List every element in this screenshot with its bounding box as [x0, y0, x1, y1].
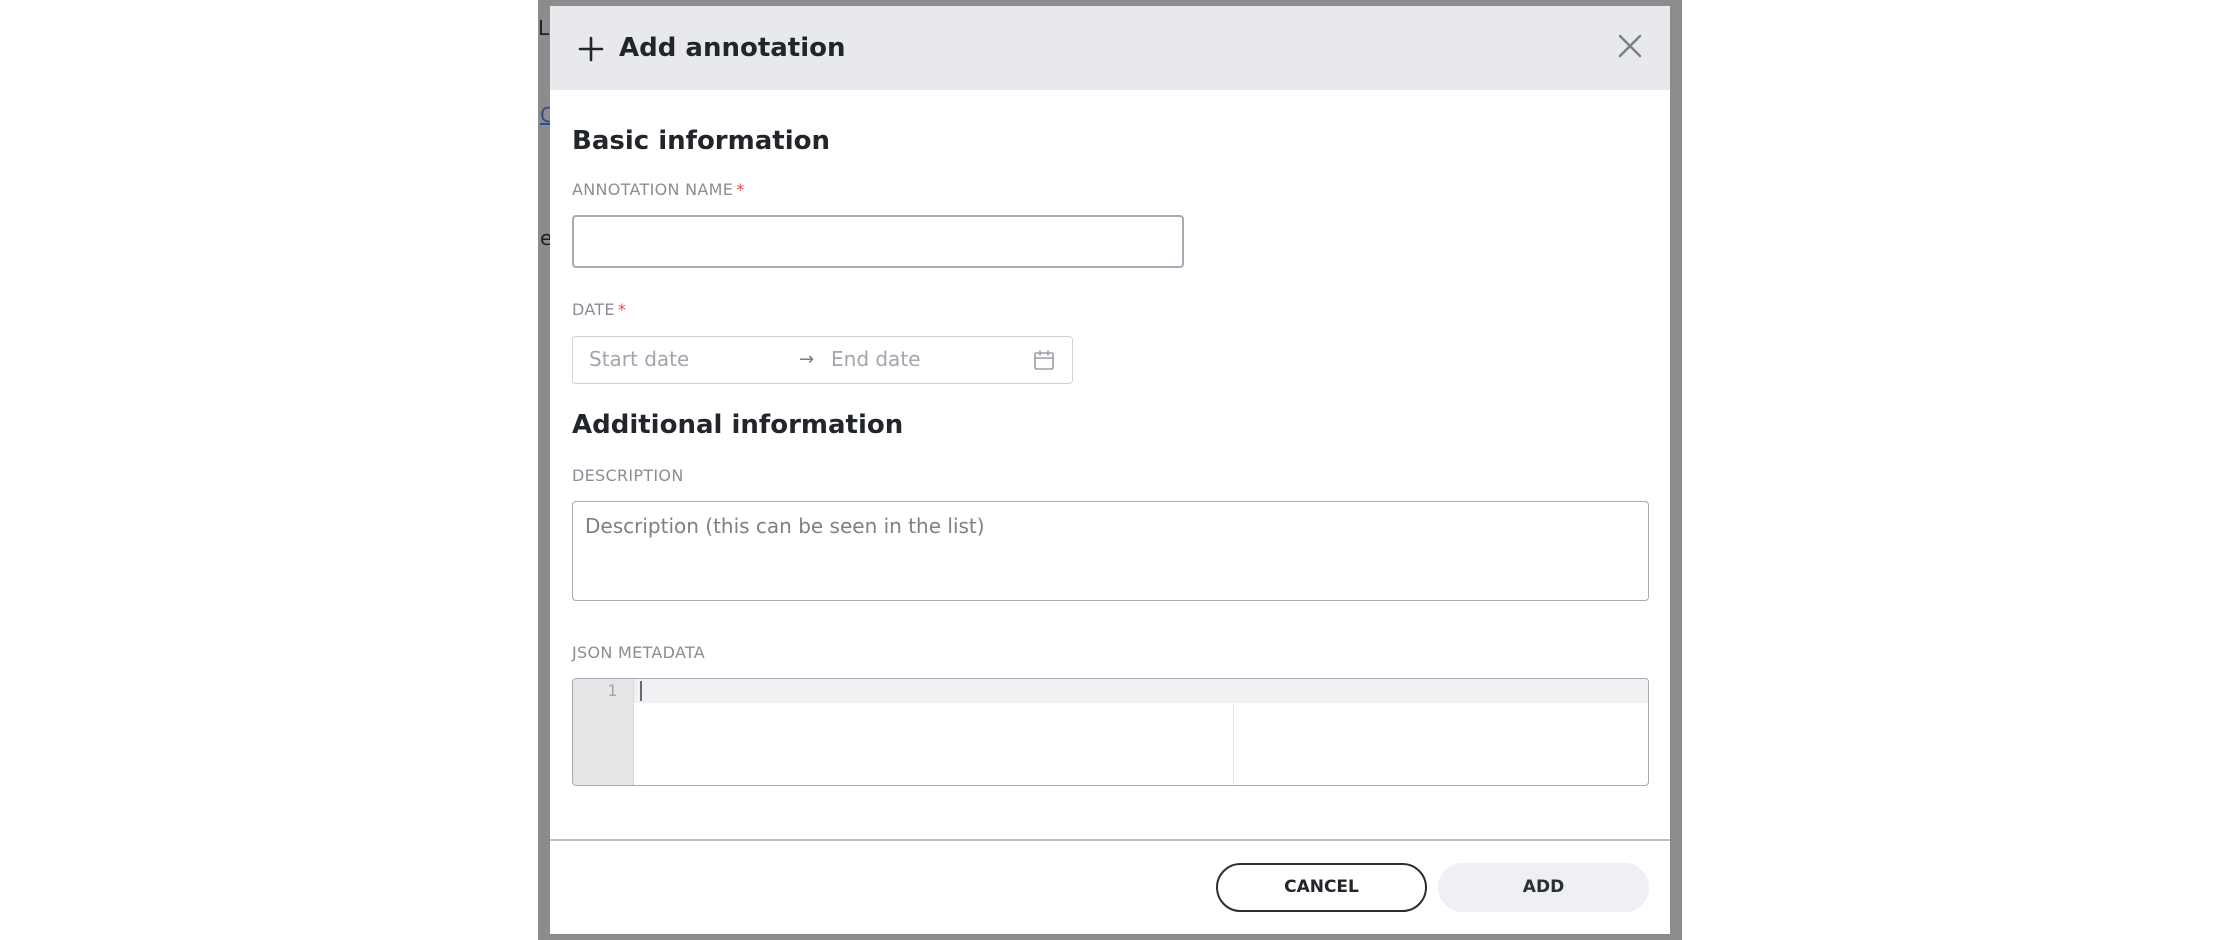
annotation-name-label-text: ANNOTATION NAME	[572, 180, 734, 199]
calendar-icon[interactable]	[1033, 349, 1055, 371]
date-label-text: DATE	[572, 300, 615, 319]
json-metadata-editor[interactable]: 1	[572, 678, 1649, 786]
additional-information-heading: Additional information	[572, 410, 904, 440]
line-number: 1	[607, 681, 617, 700]
end-date-input[interactable]: End date	[831, 337, 1011, 382]
active-line-highlight	[634, 679, 1648, 703]
start-date-input[interactable]: Start date	[589, 337, 779, 382]
text-cursor	[640, 681, 642, 701]
line-number-gutter: 1	[573, 679, 634, 785]
cancel-button[interactable]: CANCEL	[1216, 863, 1427, 912]
required-marker: *	[617, 300, 627, 319]
dialog-title: Add annotation	[619, 33, 846, 63]
required-marker: *	[736, 180, 745, 199]
description-textarea[interactable]	[572, 501, 1649, 601]
basic-information-heading: Basic information	[572, 126, 830, 156]
json-metadata-label: JSON METADATA	[572, 643, 706, 662]
plus-icon	[578, 36, 604, 62]
print-margin	[1233, 703, 1234, 785]
background-text-fragment: L	[538, 16, 550, 40]
range-arrow-icon: →	[799, 349, 815, 370]
dialog-header: Add annotation	[550, 6, 1670, 90]
date-label: DATE *	[572, 299, 626, 321]
footer-divider	[550, 839, 1670, 841]
add-button[interactable]: ADD	[1438, 863, 1649, 912]
description-label: DESCRIPTION	[572, 466, 684, 485]
annotation-name-input[interactable]	[572, 215, 1184, 268]
close-icon[interactable]	[1614, 30, 1646, 62]
date-range-picker[interactable]: Start date → End date	[572, 336, 1073, 384]
annotation-name-label: ANNOTATION NAME *	[572, 179, 745, 201]
add-annotation-dialog: Add annotation Basic information ANNOTAT…	[550, 6, 1670, 934]
